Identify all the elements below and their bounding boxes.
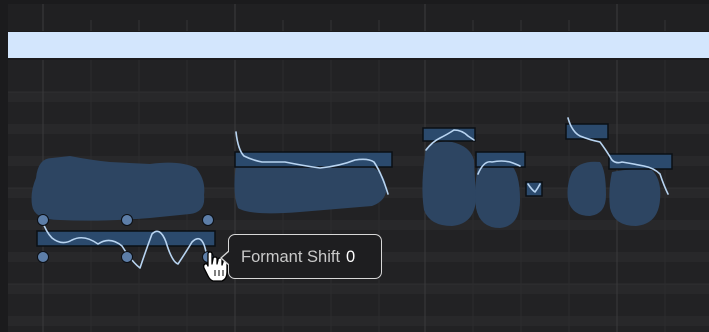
- tooltip-value: 0: [346, 248, 356, 266]
- handle-top-left[interactable]: [37, 214, 49, 226]
- handle-bottom-left[interactable]: [37, 251, 49, 263]
- note-7[interactable]: [608, 153, 673, 170]
- formant-shift-tooltip: Formant Shift 0: [220, 234, 382, 279]
- tooltip-label: Formant Shift: [241, 248, 341, 266]
- handle-top-middle[interactable]: [121, 214, 133, 226]
- timeline-ruler[interactable]: [8, 4, 709, 31]
- handle-bottom-middle[interactable]: [121, 251, 133, 263]
- handle-top-right[interactable]: [202, 214, 214, 226]
- region-header[interactable]: [8, 32, 709, 58]
- note-6[interactable]: [565, 123, 609, 140]
- note-1[interactable]: [36, 230, 216, 247]
- pitch-editor-canvas[interactable]: [0, 0, 709, 332]
